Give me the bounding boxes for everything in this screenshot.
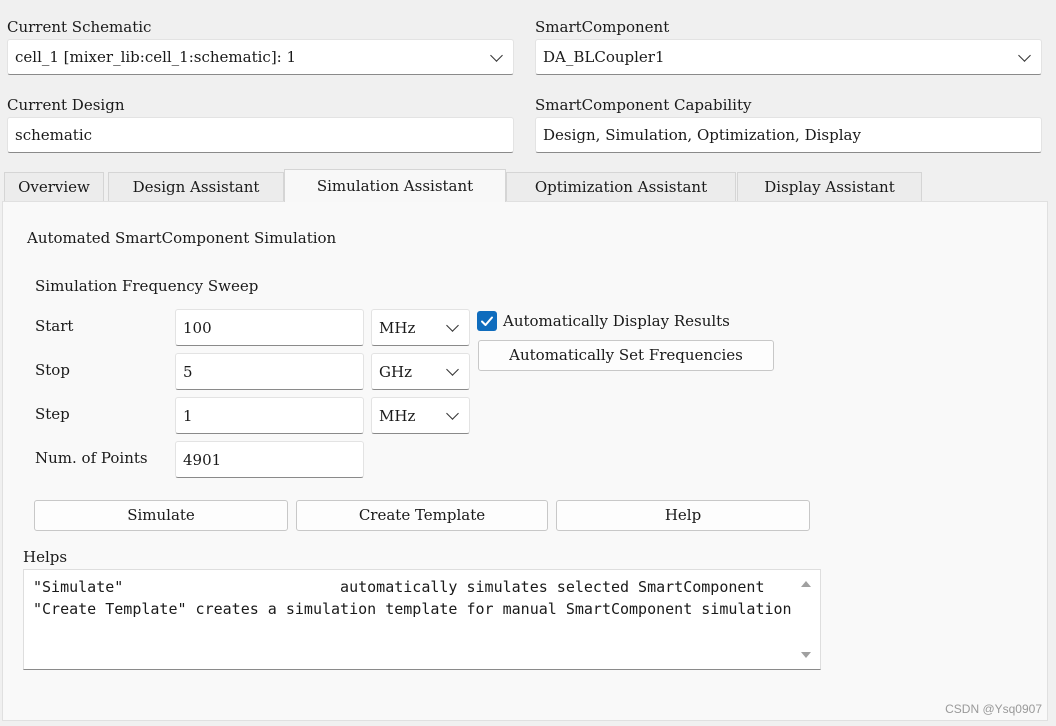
stop-input[interactable]: 5 [175, 353, 364, 390]
chevron-down-icon [446, 319, 459, 332]
start-input[interactable]: 100 [175, 309, 364, 346]
points-label: Num. of Points [35, 449, 148, 467]
tab-design-assistant[interactable]: Design Assistant [108, 172, 284, 201]
capability-field[interactable]: Design, Simulation, Optimization, Displa… [535, 117, 1042, 153]
start-unit-select[interactable]: MHz [371, 309, 470, 346]
tab-optimization-assistant[interactable]: Optimization Assistant [506, 172, 736, 201]
sweep-title: Simulation Frequency Sweep [35, 277, 259, 295]
stop-label: Stop [35, 361, 70, 379]
section-title: Automated SmartComponent Simulation [27, 229, 337, 247]
current-design-label: Current Design [7, 96, 125, 114]
helps-title: Helps [23, 548, 68, 566]
help-button[interactable]: Help [556, 500, 810, 531]
tab-display-assistant[interactable]: Display Assistant [737, 172, 922, 201]
current-schematic-label: Current Schematic [7, 18, 152, 36]
start-value: 100 [183, 319, 212, 337]
watermark: CSDN @Ysq0907 [945, 702, 1042, 716]
chevron-down-icon [490, 49, 503, 62]
start-label: Start [35, 317, 74, 335]
points-value: 4901 [183, 451, 222, 469]
capability-value: Design, Simulation, Optimization, Displa… [543, 126, 861, 144]
scroll-down-icon[interactable] [800, 649, 812, 661]
step-label: Step [35, 405, 70, 423]
stop-value: 5 [183, 363, 193, 381]
helps-line-simulate: "Simulate" automatically simulates selec… [33, 578, 765, 596]
current-schematic-select[interactable]: cell_1 [mixer_lib:cell_1:schematic]: 1 [7, 39, 514, 75]
smart-component-value: DA_BLCoupler1 [543, 48, 665, 66]
helps-line-template: "Create Template" creates a simulation t… [33, 600, 792, 618]
start-unit-value: MHz [379, 319, 416, 337]
chevron-down-icon [446, 363, 459, 376]
helps-textarea[interactable]: "Simulate" automatically simulates selec… [23, 569, 821, 670]
smart-component-label: SmartComponent [535, 18, 670, 36]
current-design-value: schematic [15, 126, 93, 144]
tab-simulation-assistant[interactable]: Simulation Assistant [284, 169, 506, 202]
chevron-down-icon [1018, 49, 1031, 62]
step-unit-value: MHz [379, 407, 416, 425]
step-value: 1 [183, 407, 193, 425]
auto-display-checkbox[interactable] [477, 311, 497, 331]
capability-label: SmartComponent Capability [535, 96, 752, 114]
auto-set-frequencies-button[interactable]: Automatically Set Frequencies [478, 340, 774, 371]
step-unit-select[interactable]: MHz [371, 397, 470, 434]
current-schematic-value: cell_1 [mixer_lib:cell_1:schematic]: 1 [15, 48, 297, 66]
stop-unit-value: GHz [379, 363, 412, 381]
simulate-button[interactable]: Simulate [34, 500, 288, 531]
stop-unit-select[interactable]: GHz [371, 353, 470, 390]
scroll-up-icon[interactable] [800, 578, 812, 590]
checkmark-icon [481, 316, 493, 326]
current-design-field[interactable]: schematic [7, 117, 514, 153]
auto-display-label: Automatically Display Results [503, 312, 730, 330]
points-input[interactable]: 4901 [175, 441, 364, 478]
create-template-button[interactable]: Create Template [296, 500, 548, 531]
tab-overview[interactable]: Overview [4, 172, 104, 201]
smart-component-select[interactable]: DA_BLCoupler1 [535, 39, 1042, 75]
step-input[interactable]: 1 [175, 397, 364, 434]
chevron-down-icon [446, 407, 459, 420]
